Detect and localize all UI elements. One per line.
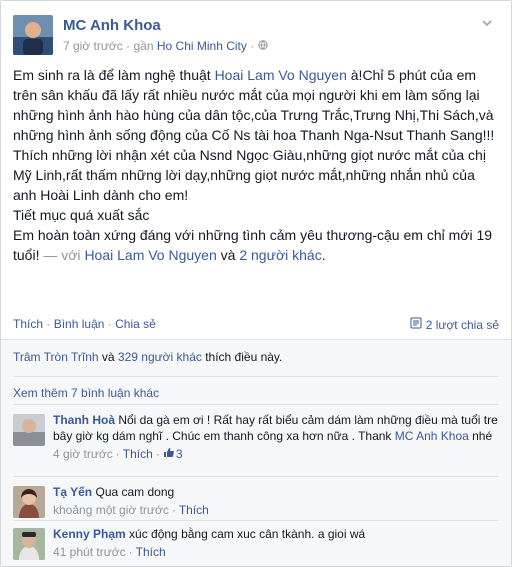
comment-author[interactable]: Kenny Phạm — [53, 527, 126, 541]
post-header: MC Anh Khoa 7 giờ trước · gần Ho Chi Min… — [13, 13, 499, 59]
divider — [13, 404, 499, 405]
like-count-value: 3 — [175, 447, 183, 461]
share-count[interactable]: 2 lượt chia sẻ — [410, 317, 499, 332]
divider — [13, 520, 499, 521]
comment-mention[interactable]: MC Anh Khoa — [395, 429, 469, 443]
divider — [13, 376, 499, 377]
post-text-3: Tiết mục quá xuất sắc — [13, 207, 150, 223]
post-text-1a: Em sinh ra là để làm nghệ thuật — [13, 67, 215, 83]
comment-time[interactable]: khoảng một giờ trước — [53, 502, 169, 518]
comment-author[interactable]: Tạ Yến — [53, 485, 92, 499]
post-actions: Thích · Bình luận · Chia sẻ 2 lượt chia … — [13, 317, 499, 332]
share-button[interactable]: Chia sẻ — [115, 317, 156, 331]
post-body: Em sinh ra là để làm nghệ thuật Hoai Lam… — [13, 65, 499, 265]
share-count-label: 2 lượt chia sẻ — [425, 317, 499, 332]
divider — [13, 476, 499, 477]
likes-summary: Trâm Tròn Trĩnh và 329 người khác thích … — [13, 350, 499, 364]
post-time[interactable]: 7 giờ trước — [63, 39, 123, 53]
comment-text: xúc động bằng cam xuc cân tkành. a gioi … — [129, 527, 366, 541]
liker-name[interactable]: Trâm Tròn Trĩnh — [13, 350, 99, 364]
comment-tail: nhé — [468, 429, 493, 443]
comment-meta: khoảng một giờ trước · Thích — [53, 502, 209, 518]
comment-avatar[interactable] — [13, 414, 45, 446]
author-avatar[interactable] — [13, 15, 53, 55]
likes-connector: và — [98, 350, 118, 364]
post-meta: 7 giờ trước · gần Ho Chi Minh City · — [63, 39, 268, 53]
comment-author[interactable]: Thanh Hoà — [53, 413, 115, 427]
comment-time[interactable]: 4 giờ trước — [53, 446, 113, 462]
comment-like-button[interactable]: Thích — [179, 502, 209, 518]
post-text-end: . — [321, 247, 326, 263]
like-button[interactable]: Thích — [13, 317, 43, 331]
comment-text: Nổi da gà em ơi ! Rất hay rất biểu cảm d… — [53, 413, 498, 443]
feedback-section: Trâm Tròn Trĩnh và 329 người khác thích … — [1, 339, 511, 566]
tagged-user-link[interactable]: Hoai Lam Vo Nguyen — [215, 67, 347, 83]
post-card: MC Anh Khoa 7 giờ trước · gần Ho Chi Min… — [0, 0, 512, 567]
comment-body: Thanh Hoà Nổi da gà em ơi ! Rất hay rất … — [53, 412, 499, 462]
thumbs-up-icon — [163, 446, 174, 462]
comment-like-count[interactable]: 3 — [163, 446, 183, 462]
and-text: và — [216, 247, 240, 263]
comment-meta: 4 giờ trước · Thích · 3 — [53, 446, 183, 462]
comment-avatar[interactable] — [13, 486, 45, 518]
comment-body: Kenny Phạm xúc động bằng cam xuc cân tkà… — [53, 526, 499, 560]
comment-like-button[interactable]: Thích — [136, 544, 166, 560]
with-user-link[interactable]: Hoai Lam Vo Nguyen — [84, 247, 216, 263]
post-text-2: Thích những lời nhận xét của Nsnd Ngọc G… — [13, 147, 486, 203]
chevron-down-icon[interactable] — [479, 15, 495, 31]
post-author[interactable]: MC Anh Khoa — [63, 17, 161, 34]
comment-like-button[interactable]: Thích — [123, 446, 153, 462]
more-comments-link[interactable]: Xem thêm 7 bình luận khác — [13, 386, 159, 400]
comment-text: Qua cam dong — [95, 485, 175, 499]
others-link[interactable]: 2 người khác — [239, 247, 321, 263]
share-icon — [410, 317, 422, 332]
comment-body: Tạ Yến Qua cam dong khoảng một giờ trước… — [53, 484, 499, 518]
post-location[interactable]: Ho Chi Minh City — [157, 39, 247, 53]
comment-meta: 41 phút trước · Thích — [53, 544, 166, 560]
likes-suffix: thích điều này. — [201, 350, 283, 364]
with-prefix: — với — [39, 247, 85, 263]
location-prefix: gần — [133, 39, 154, 53]
comment-avatar[interactable] — [13, 528, 45, 560]
comment-time[interactable]: 41 phút trước — [53, 544, 126, 560]
globe-icon — [257, 39, 268, 53]
likes-others-link[interactable]: 329 người khác — [118, 350, 202, 364]
comment-button[interactable]: Bình luận — [54, 317, 105, 331]
